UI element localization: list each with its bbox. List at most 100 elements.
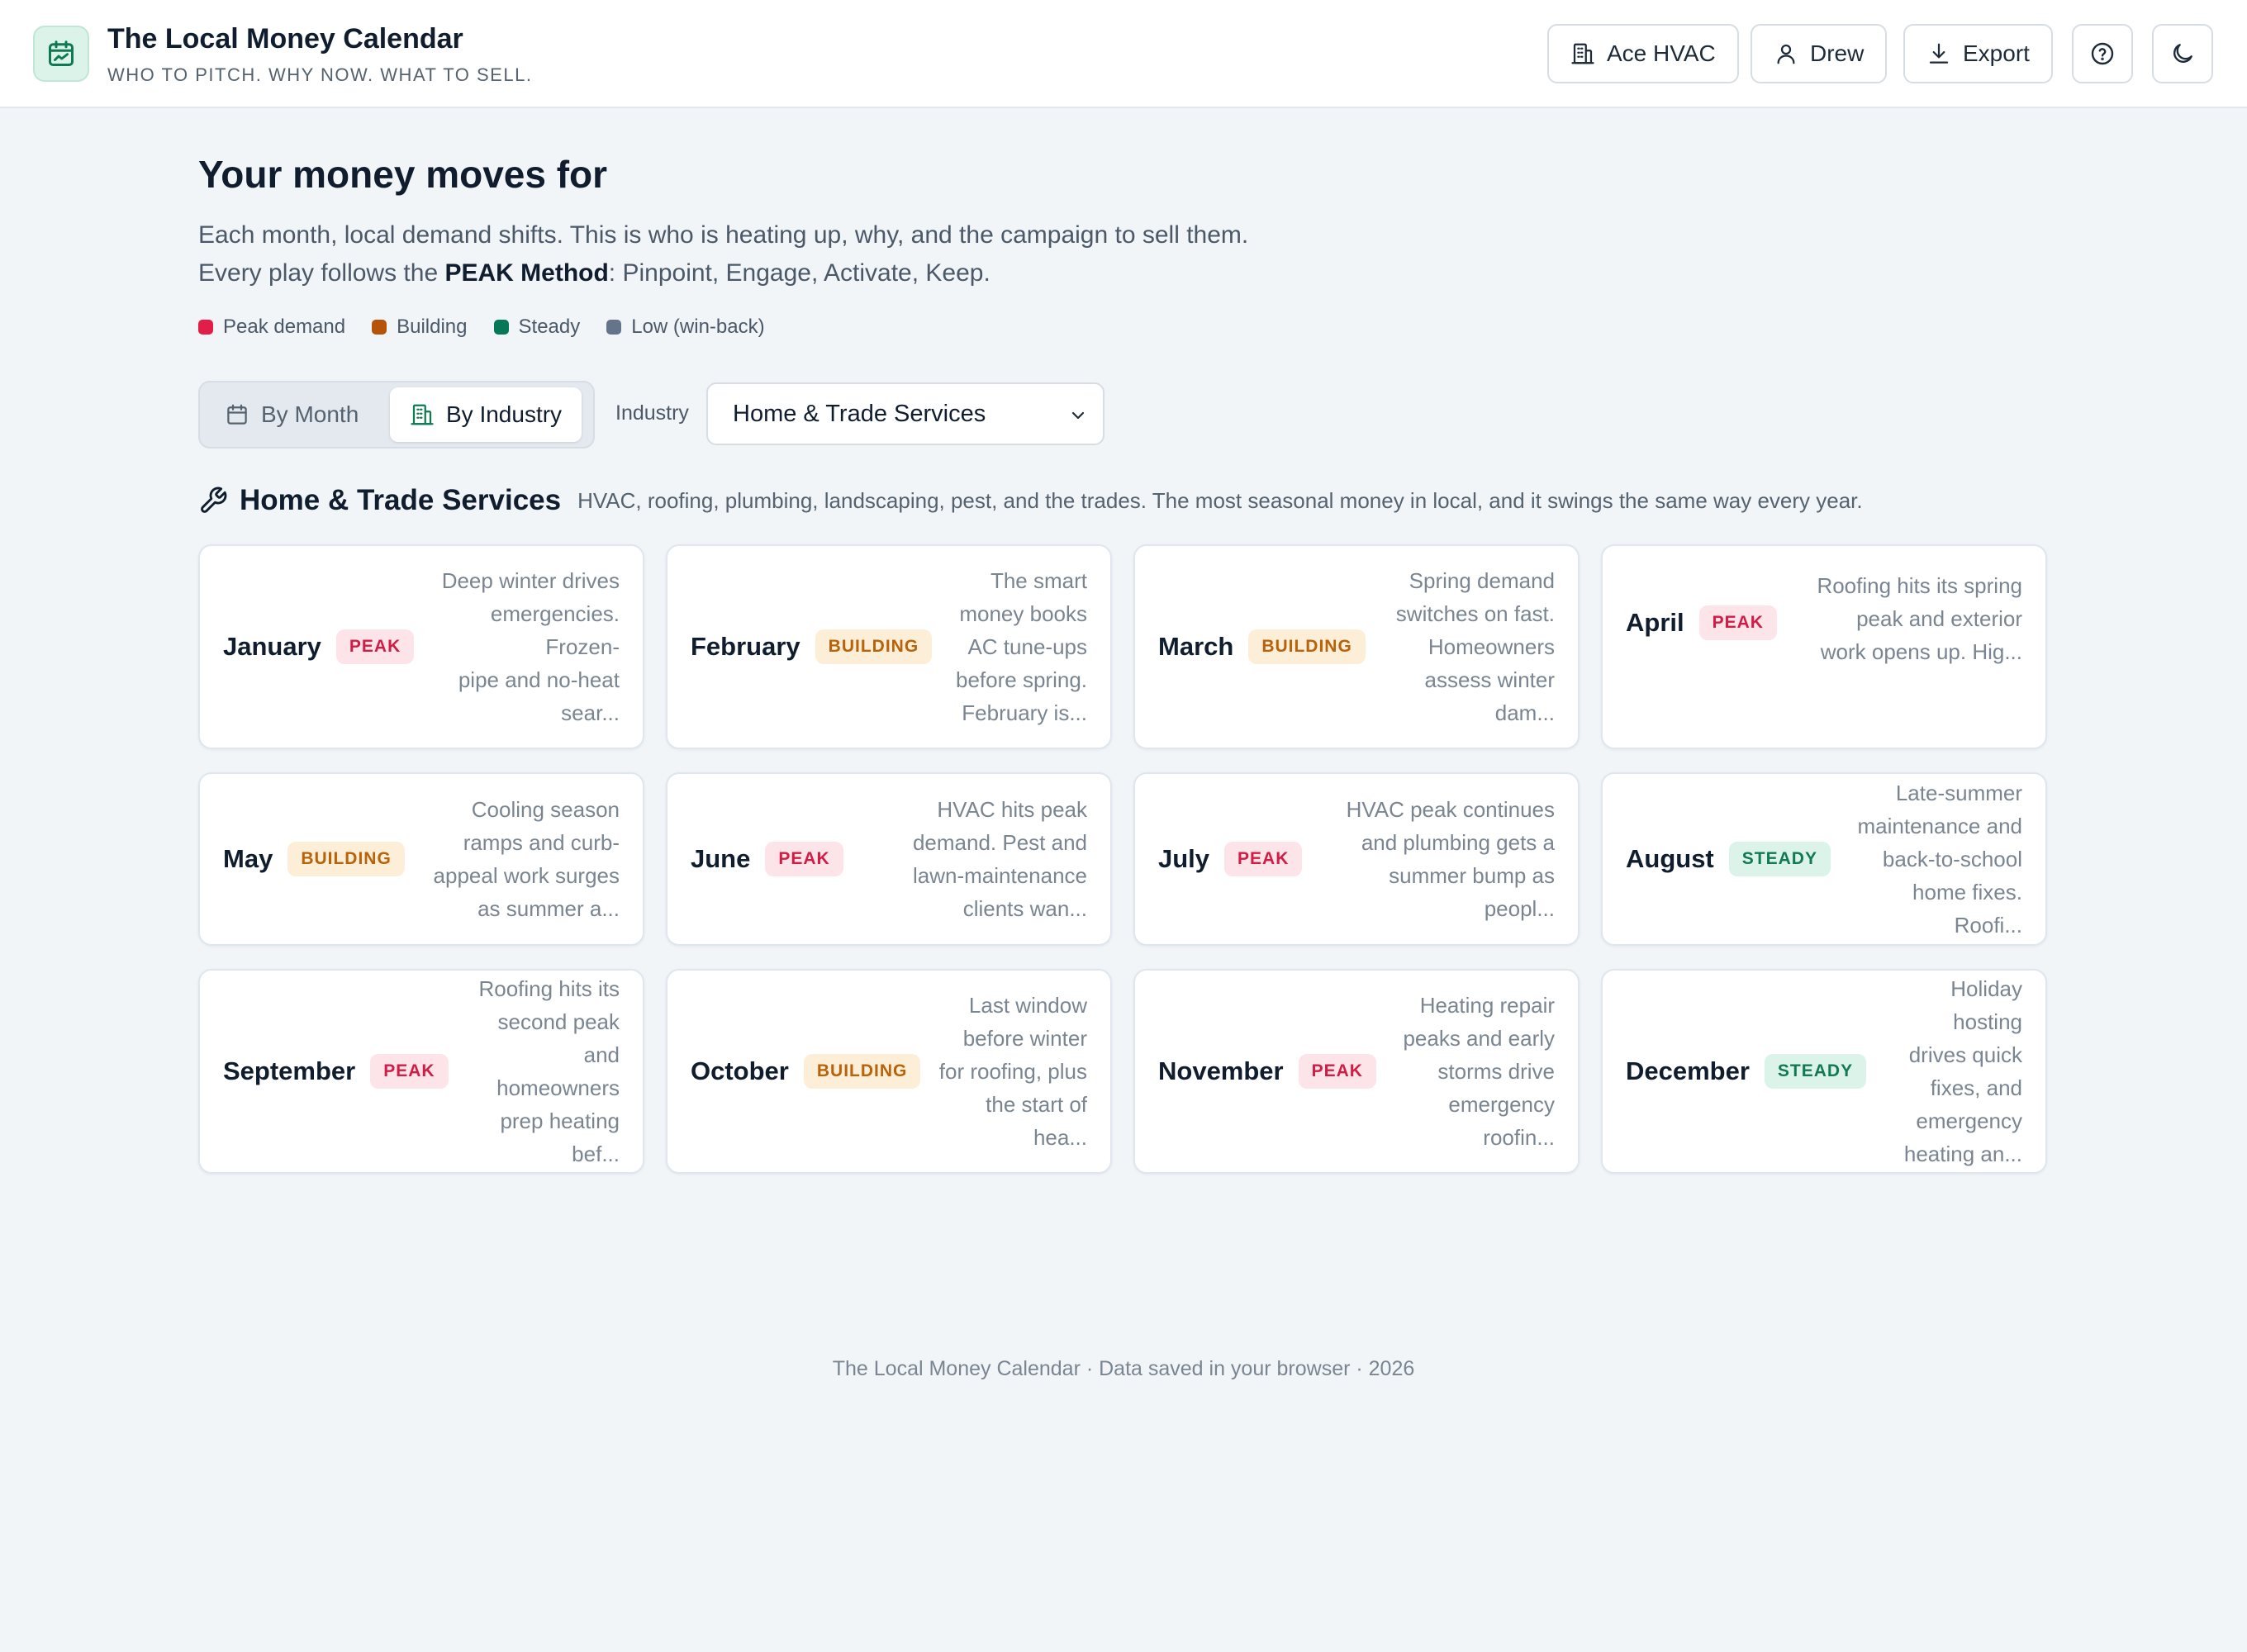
top-bar: The Local Money Calendar WHO TO PITCH. W…: [0, 0, 2247, 108]
status-badge: PEAK: [1224, 842, 1303, 876]
month-card-september[interactable]: September PEAK Roofing hits its second peak…: [198, 969, 644, 1174]
month-summary-line: fixes, and: [1930, 1075, 2022, 1100]
month-card-header: June PEAK: [691, 842, 843, 876]
month-name: August: [1626, 844, 1714, 873]
month-summary-line: emergency: [1916, 1108, 2022, 1133]
export-button-label: Export: [1963, 40, 2030, 66]
month-card-october[interactable]: October BUILDING Last window before winter f…: [666, 969, 1112, 1174]
month-summary: The smart money books AC tune-ups before sp…: [947, 564, 1087, 729]
month-card-header: November PEAK: [1158, 1054, 1376, 1089]
business-switcher-label: Ace HVAC: [1607, 40, 1716, 66]
month-summary: Cooling season ramps and curb-appeal work…: [420, 793, 620, 925]
month-summary-line: peopl...: [1484, 896, 1555, 921]
month-card-header: September PEAK: [223, 1054, 449, 1089]
view-toggle: By Month By Industry: [198, 381, 595, 449]
chevron-down-icon: [1071, 411, 1085, 420]
month-name: October: [691, 1056, 789, 1085]
month-card-june[interactable]: June PEAK HVAC hits peak demand. Pest and la…: [666, 772, 1112, 946]
month-card-april[interactable]: April PEAK Roofing hits its spring peak and…: [1601, 544, 2047, 749]
status-badge: STEADY: [1764, 1054, 1867, 1089]
month-card-july[interactable]: July PEAK HVAC peak continues and plumbing …: [1133, 772, 1580, 946]
month-card-march[interactable]: March BUILDING Spring demand switches on fa…: [1133, 544, 1580, 749]
legend-item-low: Low (win-back): [606, 316, 765, 339]
month-summary-line: Cooling season: [471, 797, 620, 822]
tab-by-industry-label: By Industry: [446, 401, 563, 427]
export-button[interactable]: Export: [1903, 24, 2053, 83]
month-name: February: [691, 632, 800, 661]
calendar-logo-icon: [33, 26, 89, 82]
month-summary: Late-summer maintenance and back-to-school…: [1846, 776, 2022, 942]
month-name: June: [691, 844, 751, 873]
status-badge: BUILDING: [803, 1054, 921, 1089]
month-card-november[interactable]: November PEAK Heating repair peaks and earl…: [1133, 969, 1580, 1174]
download-icon: [1929, 43, 1949, 64]
month-summary-line: HVAC hits peak: [937, 797, 1087, 822]
calendar-icon: [227, 404, 247, 425]
month-summary-line: money books: [959, 601, 1087, 626]
intro-line-1: Each month, local demand shifts. This is…: [198, 221, 1249, 249]
legend-item-building: Building: [372, 316, 468, 339]
month-summary-line: Deep winter drives: [441, 568, 620, 593]
month-card-january[interactable]: January PEAK Deep winter drives emergencies…: [198, 544, 644, 749]
month-summary-line: before winter: [962, 1026, 1087, 1051]
status-badge: BUILDING: [1248, 629, 1366, 664]
month-summary-line: roofin...: [1483, 1125, 1555, 1150]
moon-icon: [2173, 44, 2192, 63]
month-summary: HVAC peak continues and plumbing gets a su…: [1317, 793, 1555, 925]
month-summary-line: the start of: [986, 1092, 1087, 1117]
month-summary-line: for roofing, plus: [938, 1059, 1087, 1084]
month-summary-line: Roofing hits its: [478, 976, 620, 1001]
month-card-may[interactable]: May BUILDING Cooling season ramps and curb-…: [198, 772, 644, 946]
month-summary-line: sear...: [561, 700, 620, 725]
peak-method-name: PEAK Method: [444, 259, 609, 287]
month-summary-line: emergency: [1448, 1092, 1555, 1117]
month-summary-line: back-to-school: [1882, 847, 2022, 871]
user-button[interactable]: Drew: [1751, 24, 1888, 83]
month-summary: Deep winter drives emergencies. Frozen-pi…: [429, 564, 620, 729]
month-summary-line: emergencies. Frozen-: [490, 601, 620, 659]
building-icon: [1571, 43, 1594, 64]
legend-item-peak: Peak demand: [198, 316, 345, 339]
industry-select[interactable]: Home & Trade Services: [706, 382, 1104, 445]
month-card-header: October BUILDING: [691, 1054, 921, 1089]
month-card-header: April PEAK: [1626, 605, 1777, 640]
help-circle-icon: [2091, 42, 2114, 65]
month-summary-line: hea...: [1033, 1125, 1087, 1150]
industry-section-description: HVAC, roofing, plumbing, landscaping, pe…: [577, 487, 1863, 513]
month-summary-line: lawn-maintenance: [912, 863, 1087, 888]
legend-swatch: [198, 320, 213, 335]
status-badge: PEAK: [335, 629, 415, 664]
month-summary-line: Holiday hosting: [1950, 976, 2022, 1034]
help-button[interactable]: [2072, 24, 2133, 83]
user-icon: [1777, 44, 1795, 64]
tab-by-industry[interactable]: By Industry: [390, 387, 582, 442]
status-badge: PEAK: [1298, 1054, 1376, 1089]
month-summary-line: clients wan...: [962, 896, 1087, 921]
status-badge: PEAK: [765, 842, 843, 876]
month-summary-line: assess winter: [1424, 667, 1556, 692]
month-summary-line: Homeowners: [1428, 634, 1555, 659]
month-summary-line: before spring.: [956, 667, 1087, 692]
dark-mode-toggle-button[interactable]: [2152, 24, 2213, 83]
month-card-grid: January PEAK Deep winter drives emergencies…: [198, 544, 2049, 1174]
month-card-header: August STEADY: [1626, 842, 1831, 876]
month-summary-line: peak and exterior: [1856, 606, 2022, 631]
status-badge: BUILDING: [815, 629, 933, 664]
month-summary-line: drives quick: [1908, 1042, 2022, 1067]
status-badge: PEAK: [1698, 605, 1777, 640]
month-summary-line: as summer a...: [477, 896, 620, 921]
month-summary-line: switches on fast.: [1395, 601, 1555, 626]
month-card-august[interactable]: August STEADY Late-summer maintenance and ba…: [1601, 772, 2047, 946]
business-switcher-button[interactable]: Ace HVAC: [1547, 24, 1739, 83]
month-summary: Heating repair peaks and early storms driv…: [1391, 989, 1555, 1154]
legend-label: Peak demand: [223, 316, 346, 338]
month-summary-line: peaks and early: [1403, 1026, 1555, 1051]
month-card-december[interactable]: December STEADY Holiday hosting drives quic…: [1601, 969, 2047, 1174]
month-summary: Roofing hits its second peak and homeowner…: [463, 972, 620, 1170]
month-name: January: [223, 632, 321, 661]
month-summary-line: bef...: [572, 1142, 620, 1166]
tab-by-month[interactable]: By Month: [205, 387, 378, 442]
month-summary-line: AC tune-ups: [967, 634, 1087, 659]
legend-swatch: [606, 320, 622, 335]
month-card-february[interactable]: February BUILDING The smart money books AC t…: [666, 544, 1112, 749]
